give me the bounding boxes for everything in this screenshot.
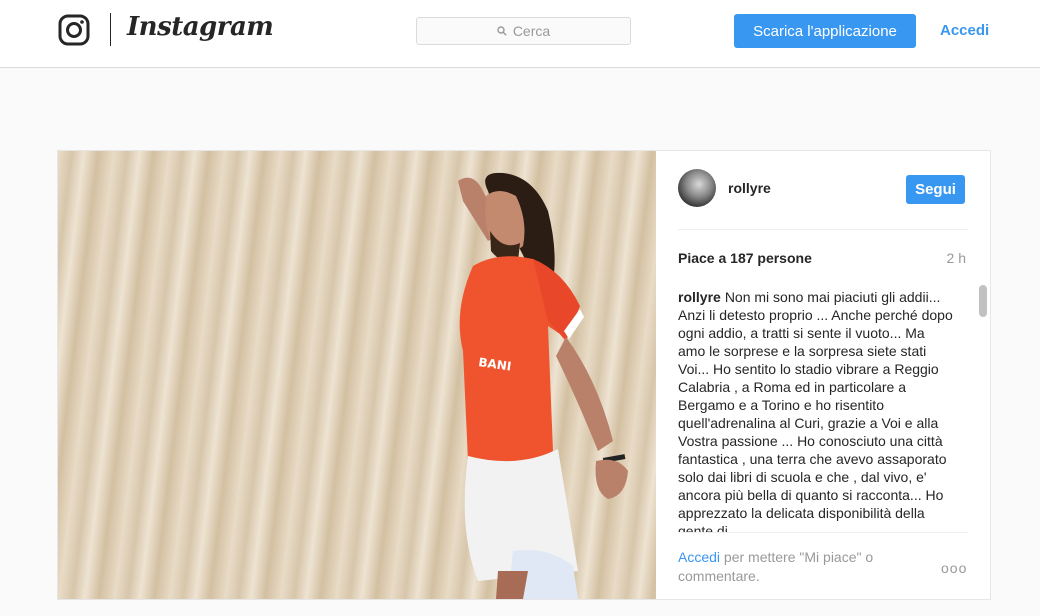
divider — [678, 229, 968, 230]
search-input[interactable]: Cerca — [416, 17, 631, 45]
post-card: BANI rollyre Segui Piace a 187 persone 2… — [57, 150, 991, 600]
like-count[interactable]: Piace a 187 persone — [678, 250, 812, 266]
caption-text: Non mi sono mai piaciuti gli addii... An… — [678, 289, 953, 533]
more-options-icon[interactable]: ooo — [941, 560, 967, 576]
photo-player-illustration: BANI — [458, 172, 628, 599]
download-app-button[interactable]: Scarica l'applicazione — [734, 14, 916, 48]
divider — [678, 532, 968, 533]
top-navigation-bar: Instagram Cerca Scarica l'applicazione A… — [0, 0, 1040, 68]
caption-username[interactable]: rollyre — [678, 289, 721, 305]
search-icon — [497, 26, 507, 36]
post-timestamp[interactable]: 2 h — [947, 250, 966, 266]
search-placeholder: Cerca — [512, 23, 551, 39]
comment-login-prompt: Accedi per mettere "Mi piace" o commenta… — [678, 548, 908, 586]
instagram-wordmark[interactable]: Instagram — [127, 12, 274, 42]
post-sidebar: rollyre Segui Piace a 187 persone 2 h ro… — [656, 151, 990, 599]
follow-button[interactable]: Segui — [906, 175, 965, 204]
post-username[interactable]: rollyre — [728, 180, 771, 196]
instagram-camera-icon[interactable] — [58, 14, 90, 46]
scrollbar-thumb[interactable] — [979, 285, 987, 317]
avatar[interactable] — [678, 169, 716, 207]
post-photo[interactable]: BANI — [58, 151, 656, 599]
logo-divider — [110, 13, 111, 46]
comment-login-link[interactable]: Accedi — [678, 549, 720, 565]
caption-scrollbar[interactable] — [979, 285, 987, 535]
login-link[interactable]: Accedi — [940, 22, 989, 39]
post-caption: rollyre Non mi sono mai piaciuti gli addi… — [678, 288, 953, 533]
